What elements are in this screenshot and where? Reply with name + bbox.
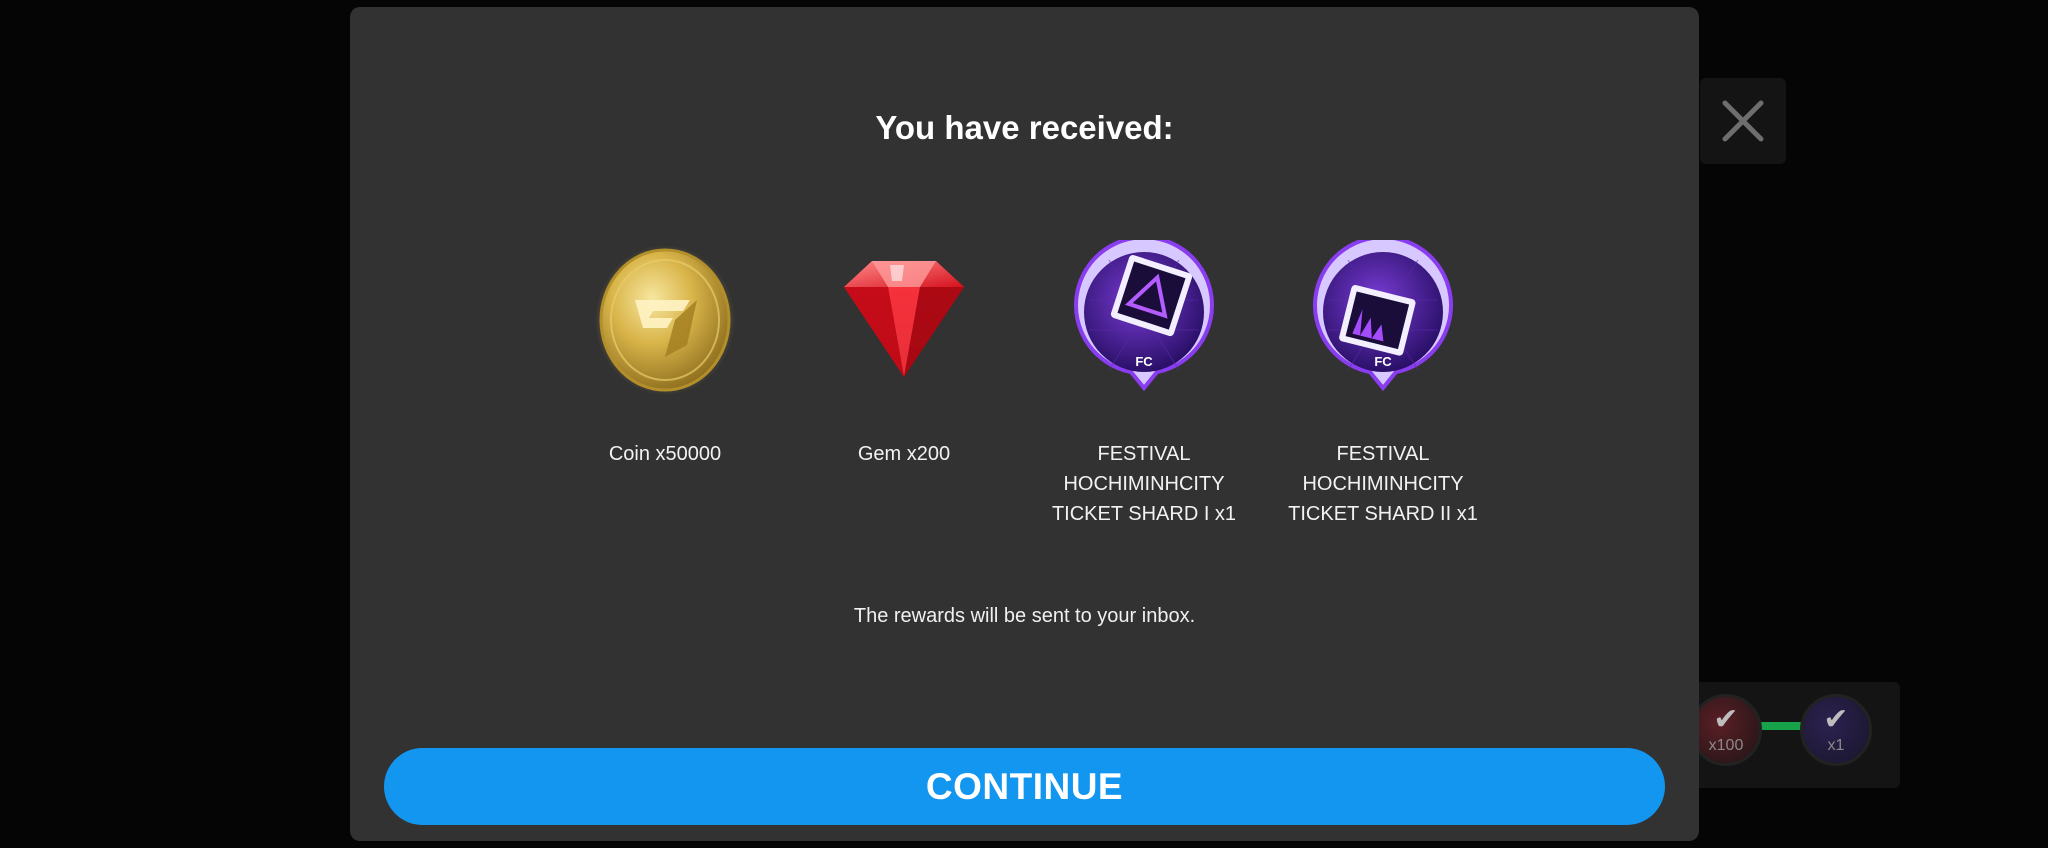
reward-label: Coin x50000	[608, 443, 722, 465]
svg-text:FC: FC	[1135, 354, 1153, 369]
festival-ticket-shard-i-icon: FC	[1059, 235, 1229, 405]
festival-ticket-shard-ii-icon: FC	[1298, 235, 1468, 405]
progress-node: ✔ x1	[1800, 694, 1872, 766]
close-icon	[1722, 100, 1764, 142]
modal-title: You have received:	[875, 109, 1174, 146]
reward-label: Gem x200	[857, 443, 951, 465]
reward-item-coin: Coin x50000	[565, 235, 765, 469]
background-progress-track: ✔ x100 ✔ x1	[1690, 682, 1900, 788]
check-icon: ✔	[1823, 703, 1849, 736]
reward-item-gem: Gem x200	[804, 235, 1004, 469]
progress-node-label: x100	[1708, 737, 1744, 754]
svg-text:FC: FC	[1374, 354, 1392, 369]
reward-item-ticket-shard-i: FC FESTIVAL HOCHIMINHCITY TICKET SHARD I…	[1044, 235, 1244, 529]
rewards-modal: You have received: Coin x50000 Gem x200 …	[350, 7, 1699, 841]
progress-node: ✔ x100	[1690, 694, 1762, 766]
check-icon: ✔	[1713, 703, 1739, 736]
continue-button[interactable]: CONTINUE	[384, 748, 1665, 825]
gem-icon	[819, 235, 989, 405]
background-close-button[interactable]	[1700, 78, 1786, 164]
reward-item-ticket-shard-ii: FC FESTIVAL HOCHIMINHCITY TICKET SHARD I…	[1283, 235, 1483, 529]
coin-icon	[580, 235, 750, 405]
progress-connector	[1756, 722, 1804, 730]
reward-label: FESTIVAL HOCHIMINHCITY TICKET SHARD II x…	[1288, 443, 1478, 525]
progress-node-label: x1	[1827, 737, 1845, 754]
reward-label: FESTIVAL HOCHIMINHCITY TICKET SHARD I x1	[1051, 443, 1237, 525]
inbox-note: The rewards will be sent to your inbox.	[853, 605, 1196, 627]
